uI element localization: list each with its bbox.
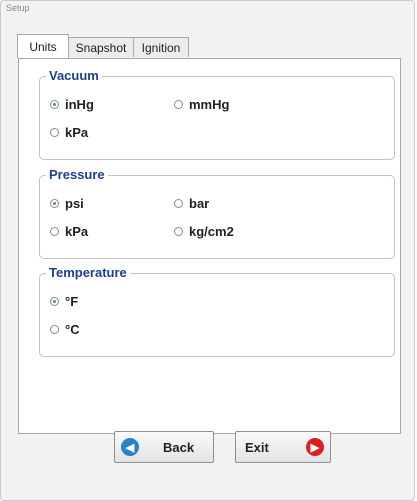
arrow-left-icon: ◀: [121, 438, 139, 456]
tab-snapshot-label: Snapshot: [75, 40, 127, 55]
tab-units-label: Units: [29, 39, 57, 54]
temperature-group: Temperature °F °C: [39, 265, 395, 357]
radio-checked-icon: [50, 199, 59, 208]
radio-unchecked-icon: [50, 128, 59, 137]
vacuum-inhg-label: inHg: [65, 97, 94, 112]
vacuum-mmhg-option[interactable]: mmHg: [174, 97, 229, 112]
pressure-kpa-label: kPa: [65, 224, 89, 239]
exit-button[interactable]: Exit ▶: [235, 431, 331, 463]
tab-units[interactable]: Units: [17, 34, 69, 58]
pressure-kgcm2-option[interactable]: kg/cm2: [174, 224, 234, 239]
temperature-group-label: Temperature: [46, 265, 130, 280]
temperature-c-option[interactable]: °C: [50, 322, 80, 337]
radio-unchecked-icon: [50, 227, 59, 236]
radio-unchecked-icon: [174, 199, 183, 208]
back-button[interactable]: ◀ Back: [114, 431, 214, 463]
tab-snapshot[interactable]: Snapshot: [68, 37, 134, 57]
vacuum-kpa-option[interactable]: kPa: [50, 125, 88, 140]
temperature-c-label: °C: [65, 322, 80, 337]
tab-ignition[interactable]: Ignition: [133, 37, 189, 57]
vacuum-group: Vacuum inHg mmHg kPa: [39, 68, 395, 160]
pressure-kpa-option[interactable]: kPa: [50, 224, 88, 239]
pressure-psi-label: psi: [65, 196, 84, 211]
window-title: Setup: [6, 3, 30, 13]
pressure-bar-label: bar: [189, 196, 210, 211]
vacuum-kpa-label: kPa: [65, 125, 89, 140]
units-panel: Vacuum inHg mmHg kPa Pressure psi bar kP…: [18, 58, 401, 434]
tab-ignition-label: Ignition: [141, 40, 181, 55]
vacuum-group-label: Vacuum: [46, 68, 102, 83]
pressure-kgcm2-label: kg/cm2: [189, 224, 234, 239]
setup-window: Setup Units Snapshot Ignition Vacuum inH…: [0, 0, 415, 501]
radio-checked-icon: [50, 297, 59, 306]
arrow-right-icon: ▶: [305, 438, 324, 456]
temperature-f-label: °F: [65, 294, 79, 309]
vacuum-inhg-option[interactable]: inHg: [50, 97, 94, 112]
temperature-f-option[interactable]: °F: [50, 294, 78, 309]
radio-unchecked-icon: [50, 325, 59, 334]
exit-button-label: Exit: [245, 439, 269, 455]
pressure-bar-option[interactable]: bar: [174, 196, 209, 211]
pressure-group-label: Pressure: [46, 167, 108, 182]
vacuum-mmhg-label: mmHg: [189, 97, 230, 112]
back-button-label: Back: [163, 439, 195, 455]
radio-unchecked-icon: [174, 100, 183, 109]
radio-checked-icon: [50, 100, 59, 109]
pressure-group: Pressure psi bar kPa kg/cm2: [39, 167, 395, 259]
pressure-psi-option[interactable]: psi: [50, 196, 84, 211]
radio-unchecked-icon: [174, 227, 183, 236]
